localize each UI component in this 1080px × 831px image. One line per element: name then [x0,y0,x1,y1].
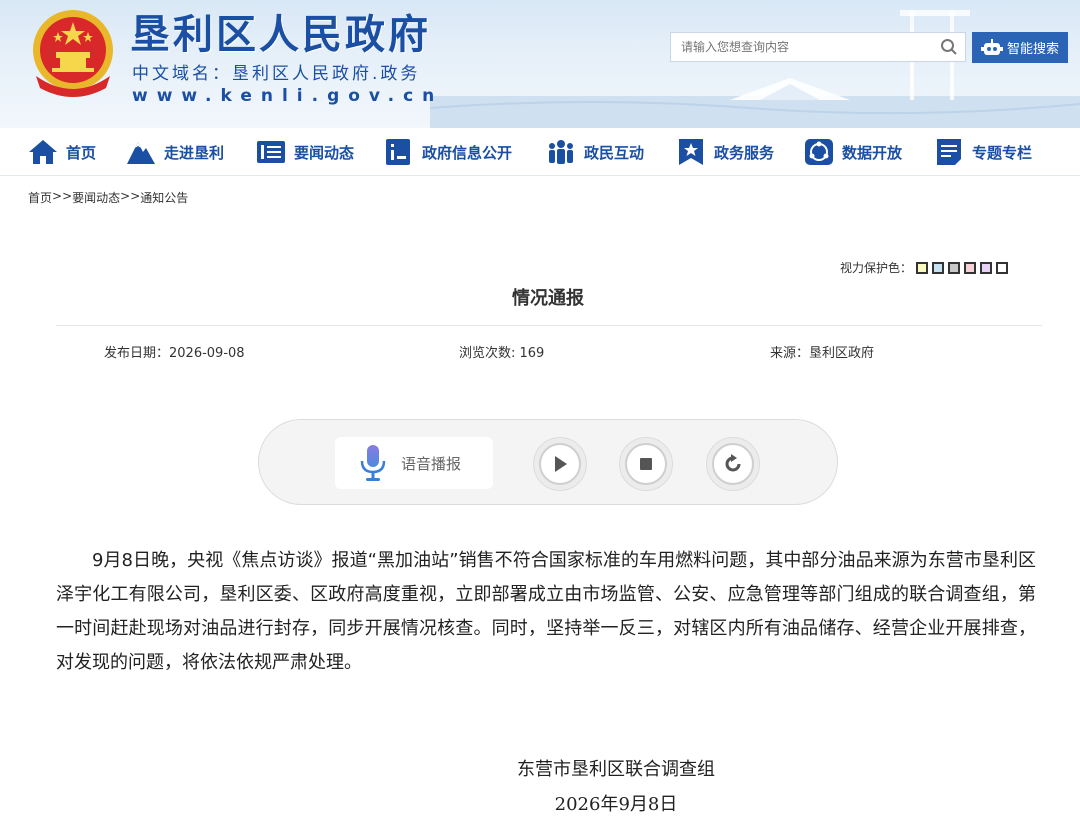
data-icon [805,139,833,165]
nav-item-about-kenli[interactable]: 走进垦利 [126,128,224,176]
nav-item-open-data[interactable]: 数据开放 [804,128,902,176]
color-swatch-blue[interactable] [932,261,945,274]
news-icon [257,141,285,163]
website-domain: www.kenli.gov.cn [132,86,444,106]
microphone-icon [360,445,386,481]
star-badge-icon [679,139,703,165]
nav-label: 政府信息公开 [422,143,513,162]
stop-button[interactable] [619,437,673,491]
national-emblem-icon [33,10,113,97]
audio-player: 语音播报 [258,419,838,505]
nav-item-home[interactable]: 首页 [28,128,96,176]
nav-label: 走进垦利 [164,143,225,162]
voice-broadcast-label: 语音播报 [401,454,462,473]
article-source: 来源：垦利区政府 [770,346,875,361]
nav-label: 专题专栏 [972,143,1033,162]
stop-icon [640,458,652,470]
site-title: 垦利区人民政府 [130,12,431,58]
nav-label: 政民互动 [584,143,645,162]
color-swatch-yellow[interactable] [916,261,929,274]
site-header: 垦利区人民政府 中文域名：垦利区人民政府.政务 www.kenli.gov.cn… [0,0,1080,128]
nav-item-services[interactable]: 政务服务 [676,128,774,176]
main-nav: 首页 走进垦利 要闻动态 政府信息公开 政民互动 政务服务 数据开放 专题专栏 [0,128,1080,176]
nav-item-gov-info[interactable]: 政府信息公开 [384,128,512,176]
smart-search-button[interactable]: 智能搜索 [972,32,1068,63]
breadcrumb-news[interactable]: 要闻动态 [72,189,120,206]
robot-icon [980,38,1003,55]
header-background-art [430,10,1080,128]
search-input[interactable] [671,33,933,61]
color-swatch-purple[interactable] [980,261,993,274]
eye-protection-selector: 视力保护色： [840,259,1009,276]
play-button[interactable] [533,437,587,491]
nav-label: 首页 [66,143,97,162]
mountain-icon [127,142,155,164]
nav-label: 政务服务 [714,143,775,162]
publish-date: 发布日期：2026-09-08 [104,346,245,361]
signature-organization: 东营市垦利区联合调查组 [517,759,715,780]
signature-date: 2026年9月8日 [554,794,678,815]
view-count: 浏览次数: 169 [459,346,545,361]
replay-button[interactable] [706,437,760,491]
replay-icon [725,454,741,472]
breadcrumb-notices[interactable]: 通知公告 [140,189,188,206]
nav-label: 数据开放 [842,143,903,162]
color-swatch-white[interactable] [996,261,1009,274]
document-icon [937,139,961,165]
title-divider [56,325,1042,326]
nav-item-topics[interactable]: 专题专栏 [934,128,1032,176]
article-title: 情况通报 [512,288,584,309]
smart-search-label: 智能搜索 [1006,42,1059,57]
search-box [670,32,966,62]
chinese-domain-name: 中文域名：垦利区人民政府.政务 [132,64,421,84]
voice-broadcast-label-box: 语音播报 [335,437,493,489]
info-icon [386,139,410,165]
people-icon [549,140,573,164]
home-icon [29,140,57,164]
breadcrumb-separator: >> [52,189,73,203]
search-icon[interactable] [933,33,965,61]
breadcrumb: 首页 >> 要闻动态 >> 通知公告 [28,189,188,206]
color-swatch-gray[interactable] [948,261,961,274]
eye-protection-label: 视力保护色： [840,261,913,275]
play-icon [555,456,567,472]
nav-item-news[interactable]: 要闻动态 [256,128,354,176]
breadcrumb-separator: >> [120,189,141,203]
nav-label: 要闻动态 [294,143,355,162]
breadcrumb-home[interactable]: 首页 [28,189,52,206]
article-body: 9月8日晚，央视《焦点访谈》报道“黑加油站”销售不符合国家标准的车用燃料问题，其… [56,550,1036,673]
nav-item-interaction[interactable]: 政民互动 [546,128,644,176]
color-swatch-pink[interactable] [964,261,977,274]
